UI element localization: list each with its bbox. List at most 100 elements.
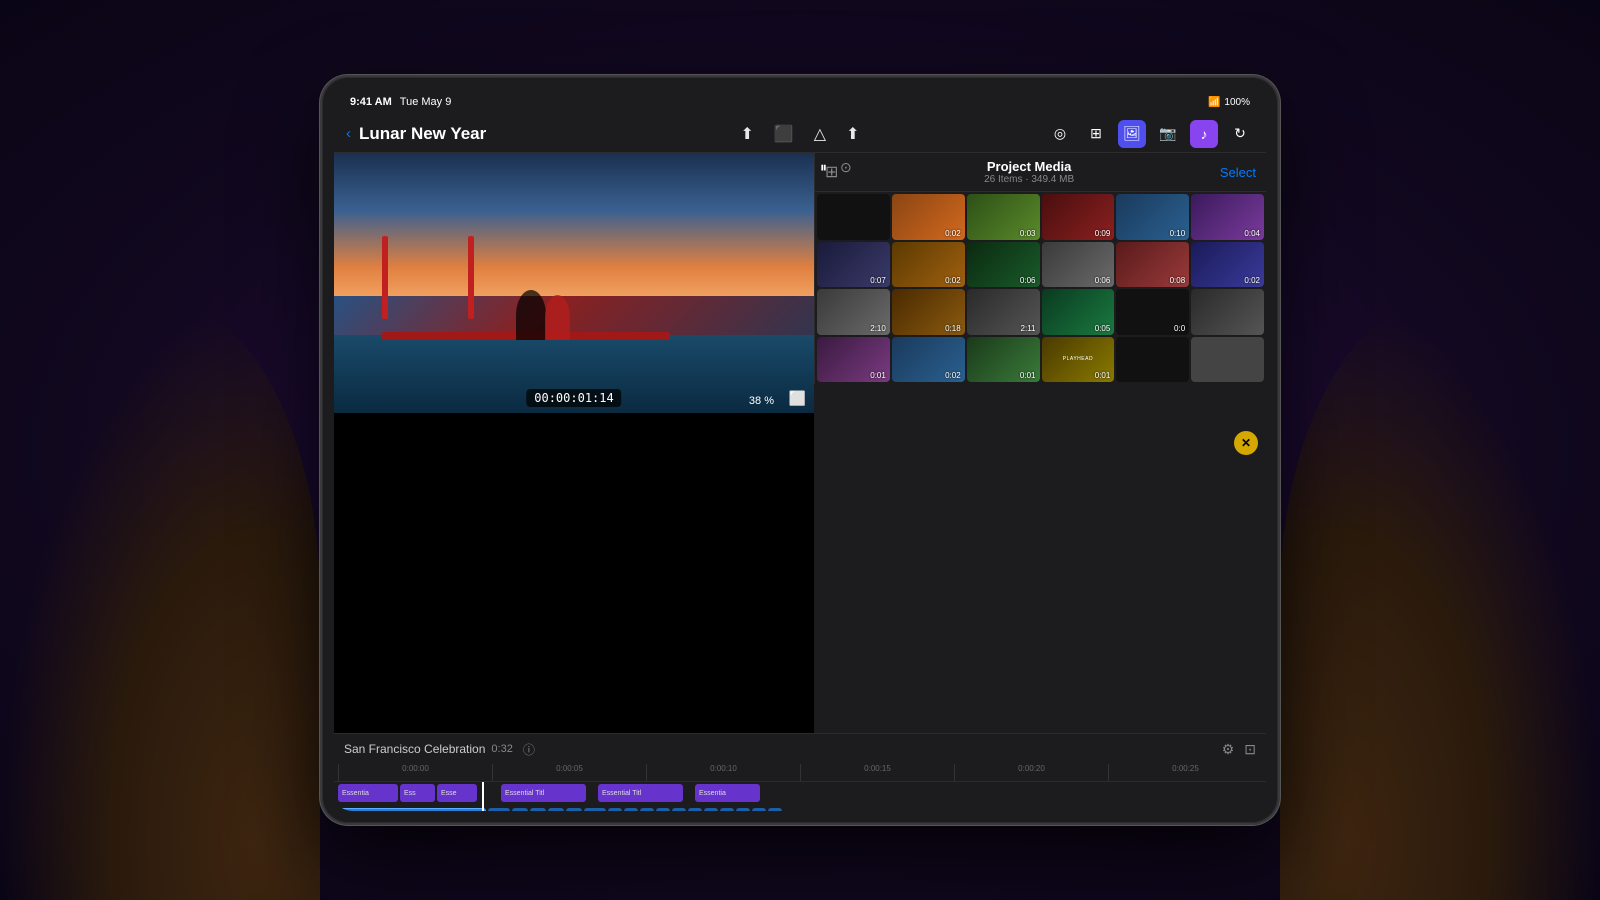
main-video-clip[interactable] (768, 808, 782, 811)
status-date: Tue May 9 (400, 96, 452, 108)
main-video-clip[interactable]: Pu (584, 808, 606, 811)
title-clip[interactable]: Ess (400, 784, 435, 802)
main-video-clip[interactable] (752, 808, 766, 811)
status-bar: 9:41 AM Tue May 9 📶 100% (334, 89, 1266, 115)
close-media-button[interactable]: ✕ (1234, 431, 1258, 455)
main-video-clip[interactable] (512, 808, 528, 811)
ruler-mark: 0:00:10 (646, 764, 800, 781)
scroll-icon-area: ⊙ (834, 153, 858, 183)
share2-icon[interactable]: ⬆ (846, 124, 859, 144)
zoom-unit: % (761, 395, 774, 407)
media-thumb[interactable]: 0:04 (1191, 194, 1264, 240)
camera-icon[interactable]: ⬛ (774, 124, 794, 144)
fullscreen-icon[interactable]: ⬜ (789, 390, 806, 407)
media-thumb[interactable]: 0:02 (892, 337, 965, 383)
main-video-clip[interactable] (672, 808, 686, 811)
bridge-tower-left (468, 236, 474, 319)
media-thumb[interactable]: 2:11 (967, 289, 1040, 335)
timeline-header: San Francisco Celebration 0:32 ⓘ ⚙ ⊡ (334, 734, 1266, 764)
title-clip[interactable]: Essentia (338, 784, 398, 802)
media-thumb[interactable]: 0:07 (817, 242, 890, 288)
timeline-section: San Francisco Celebration 0:32 ⓘ ⚙ ⊡ 0:0… (334, 733, 1266, 811)
media-thumb[interactable] (1191, 289, 1264, 335)
main-video-clip[interactable] (608, 808, 622, 811)
ruler-mark: 0:00:20 (954, 764, 1108, 781)
ipad-screen: 9:41 AM Tue May 9 📶 100% ‹ Lunar New Yea… (334, 89, 1266, 811)
scroll-icon: ⊙ (840, 159, 852, 175)
media-thumb[interactable]: 0:05 (1042, 289, 1115, 335)
main-video-clip[interactable]: Golden Gate Bridge (338, 808, 486, 811)
media-thumb[interactable]: 0:18 (892, 289, 965, 335)
media-thumb[interactable]: 0:01 (817, 337, 890, 383)
ruler-mark: 0:00:00 (338, 764, 492, 781)
pause-icon: ⏸ (820, 159, 827, 175)
voiceover-icon[interactable]: △ (814, 124, 826, 144)
main-video-clip[interactable] (624, 808, 638, 811)
preview-video: 00:00:01:14 38 % ⬜ (334, 153, 814, 413)
media-thumb[interactable] (817, 194, 890, 240)
main-video-clip[interactable] (736, 808, 750, 811)
media-thumb[interactable]: 0:01 (967, 337, 1040, 383)
main-video-clip[interactable] (548, 808, 564, 811)
pause-button[interactable]: ⏸ (814, 153, 833, 183)
figure-1 (516, 290, 546, 340)
timeline-right-icons: ⚙ ⊡ (1222, 741, 1256, 758)
media-header: ⊞ Project Media 26 Items · 349.4 MB Sele… (815, 153, 1266, 192)
media-thumb[interactable]: 0:0 (1116, 289, 1189, 335)
media-thumb[interactable]: 0:09 (1042, 194, 1115, 240)
main-video-clip[interactable]: Pu (488, 808, 510, 811)
timeline-duration: 0:32 (491, 743, 512, 755)
media-thumb[interactable]: 0:10 (1116, 194, 1189, 240)
main-video-clip[interactable] (704, 808, 718, 811)
thumb-duration: 0:02 (945, 229, 961, 238)
main-video-clip[interactable] (640, 808, 654, 811)
media-thumb[interactable]: 0:08 (1116, 242, 1189, 288)
extras-button[interactable]: ↻ (1226, 120, 1254, 148)
main-video-clip[interactable] (720, 808, 734, 811)
main-content: 00:00:01:14 38 % ⬜ ⏸ ⊙ (334, 153, 1266, 733)
select-button[interactable]: Select (1220, 165, 1256, 180)
main-video-clip[interactable] (656, 808, 670, 811)
bridge-tower-right (382, 236, 388, 319)
project-title: Lunar New Year (359, 124, 486, 144)
ruler-mark: 0:00:05 (492, 764, 646, 781)
zoom-level: 38 % (749, 395, 774, 407)
media-thumb[interactable] (1191, 337, 1264, 383)
title-clip[interactable]: Essential Titl (501, 784, 586, 802)
media-thumb[interactable]: 0:06 (1042, 242, 1115, 288)
grid-button[interactable]: ⊞ (1082, 120, 1110, 148)
media-thumb[interactable]: 0:02 (892, 242, 965, 288)
main-video-clip[interactable] (566, 808, 582, 811)
hand-right (1280, 300, 1600, 900)
media-thumb[interactable]: 0:06 (967, 242, 1040, 288)
media-thumb[interactable]: 0:03 (967, 194, 1040, 240)
title-clip[interactable]: Essentia (695, 784, 760, 802)
share-icon[interactable]: ⬆ (740, 124, 753, 144)
media-browser-wrapper: ⏸ ⊙ ⊞ Project Media 26 Items · 349.4 MB … (814, 153, 1266, 733)
ipad-frame: 9:41 AM Tue May 9 📶 100% ‹ Lunar New Yea… (320, 75, 1280, 825)
speed-icon[interactable]: ⚙ (1222, 741, 1235, 758)
battery-icon: 100% (1224, 97, 1250, 108)
thumb-duration: 0:01 (1020, 371, 1036, 380)
media-thumb[interactable]: 2:10 (817, 289, 890, 335)
search-button[interactable]: ◎ (1046, 120, 1074, 148)
thumb-duration: 0:04 (1244, 229, 1260, 238)
timeline-info-icon[interactable]: ⓘ (523, 741, 535, 758)
media-title-text: Project Media (838, 159, 1219, 174)
figure-2 (545, 295, 570, 340)
back-icon: ‹ (346, 125, 351, 142)
back-button[interactable]: ‹ (346, 125, 351, 142)
media-thumb[interactable]: 0:02 (892, 194, 965, 240)
media-thumb[interactable]: 0:02 (1191, 242, 1264, 288)
media-thumb-playhead[interactable]: 0:01 (1042, 337, 1115, 383)
hand-left (0, 300, 320, 900)
photos-button[interactable]: 🖼 (1118, 120, 1146, 148)
audio-button[interactable]: ♪ (1190, 120, 1218, 148)
main-video-clip[interactable] (530, 808, 546, 811)
title-clip[interactable]: Essential Titl (598, 784, 683, 802)
camera-roll-button[interactable]: 📷 (1154, 120, 1182, 148)
crop-icon[interactable]: ⊡ (1244, 741, 1256, 758)
title-clip[interactable]: Esse (437, 784, 477, 802)
media-thumb[interactable] (1116, 337, 1189, 383)
main-video-clip[interactable] (688, 808, 702, 811)
